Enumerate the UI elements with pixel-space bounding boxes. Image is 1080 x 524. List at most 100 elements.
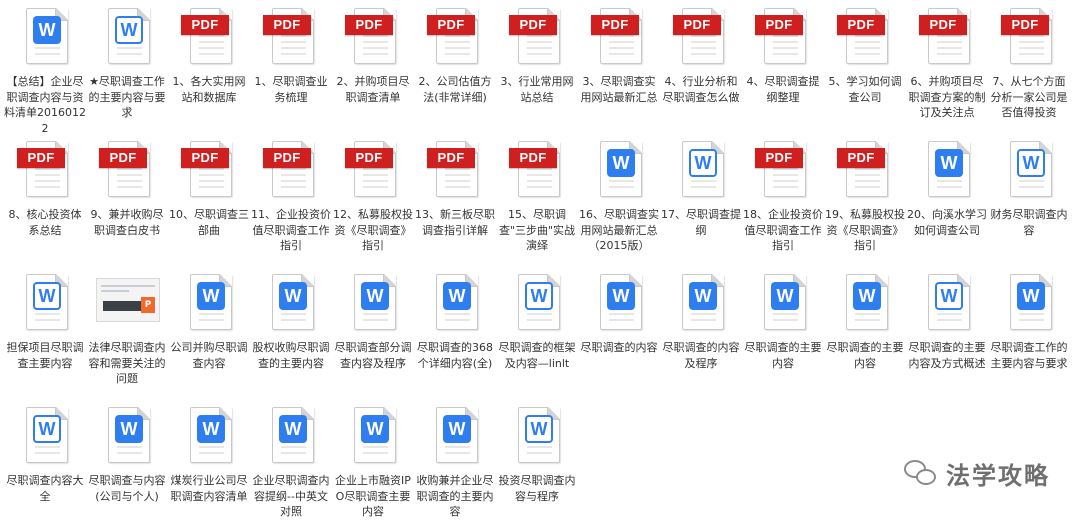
file-item[interactable]: PDF 13、新三板尽职调查指引详解 xyxy=(414,137,496,270)
file-item[interactable]: PDF 3、尽职调查实用网站最新汇总 xyxy=(578,4,660,137)
word-file-icon: W xyxy=(14,272,76,336)
file-item[interactable]: W 尽职调查的内容 xyxy=(578,270,660,403)
file-item[interactable]: W 尽职调查的主要内容 xyxy=(742,270,824,403)
word-badge: W xyxy=(279,282,307,310)
file-label: 投资尽职调查内容与程序 xyxy=(498,474,576,503)
file-label: 尽职调查的内容及程序 xyxy=(662,341,740,370)
file-label: 4、行业分析和尽职调查怎么做 xyxy=(662,75,740,104)
file-label: 【总结】企业尽职调查内容与资料清单20160122 xyxy=(4,75,86,135)
pdf-badge: PDF xyxy=(673,15,721,35)
file-item[interactable]: PDF 7、从七个方面分析一家公司是否值得投资 xyxy=(988,4,1070,137)
word-file-icon: W xyxy=(916,272,978,336)
file-item[interactable]: PDF 8、核心投资体系总结 xyxy=(4,137,86,270)
file-item[interactable]: PDF 4、尽职调查提纲整理 xyxy=(742,4,824,137)
file-item[interactable]: W 16、尽职调查实用网站最新汇总（2015版） xyxy=(578,137,660,270)
file-item[interactable]: W 公司并购尽职调查内容 xyxy=(168,270,250,403)
file-item[interactable]: PDF 4、行业分析和尽职调查怎么做 xyxy=(660,4,742,137)
file-item[interactable]: W 【总结】企业尽职调查内容与资料清单20160122 xyxy=(4,4,86,137)
file-item[interactable]: PDF 1、尽职调查业务梳理 xyxy=(250,4,332,137)
file-label: 2、并购项目尽职调查清单 xyxy=(336,75,410,104)
file-item[interactable]: W 尽职调查的主要内容及方式概述 xyxy=(906,270,988,403)
pdf-file-icon: PDF xyxy=(998,6,1060,70)
word-badge: W xyxy=(33,415,61,443)
pdf-badge: PDF xyxy=(755,148,803,168)
file-item[interactable]: PDF 9、兼并收购尽职调查白皮书 xyxy=(86,137,168,270)
word-badge: W xyxy=(1017,282,1045,310)
file-item[interactable]: W 尽职调查工作的主要内容与要求 xyxy=(988,270,1070,403)
file-item[interactable]: PDF 2、并购项目尽职调查清单 xyxy=(332,4,414,137)
file-item[interactable]: PDF 18、企业投资价值尽职调查工作指引 xyxy=(742,137,824,270)
file-item[interactable]: W 尽职调查的框架及内容—linlt xyxy=(496,270,578,403)
pdf-badge: PDF xyxy=(17,148,65,168)
pdf-file-icon: PDF xyxy=(424,6,486,70)
file-item[interactable]: W 尽职调查的368个详细内容(全) xyxy=(414,270,496,403)
word-file-icon: W xyxy=(342,405,404,469)
file-grid: W 【总结】企业尽职调查内容与资料清单20160122 W ★尽职调查工作的主要内容与… xyxy=(0,4,1080,524)
file-item[interactable]: W 尽职调查与内容(公司与个人) xyxy=(86,403,168,524)
word-badge: W xyxy=(115,16,143,44)
word-badge: W xyxy=(279,415,307,443)
file-item[interactable]: W ★尽职调查工作的主要内容与要求 xyxy=(86,4,168,137)
file-item[interactable]: PDF 11、企业投资价值尽职调查工作指引 xyxy=(250,137,332,270)
image-thumbnail-icon: P xyxy=(96,272,160,336)
file-item[interactable]: W 20、向溪水学习如何调查公司 xyxy=(906,137,988,270)
pdf-file-icon: PDF xyxy=(752,6,814,70)
file-item[interactable]: W 尽职调查的主要内容 xyxy=(824,270,906,403)
file-label: 19、私募股权投资《尽职调查》指引 xyxy=(825,208,905,252)
file-item[interactable]: W 煤炭行业公司尽职调查内容清单 xyxy=(168,403,250,524)
word-file-icon: W xyxy=(752,272,814,336)
file-label: 尽职调查的框架及内容—linlt xyxy=(498,341,576,370)
pdf-badge: PDF xyxy=(263,148,311,168)
word-file-icon: W xyxy=(178,272,240,336)
pdf-badge: PDF xyxy=(345,15,393,35)
file-item[interactable]: PDF 12、私募股权投资《尽职调查》指引 xyxy=(332,137,414,270)
word-file-icon: W xyxy=(260,405,322,469)
file-item[interactable]: PDF 15、尽职调查"三步曲"实战演绎 xyxy=(496,137,578,270)
file-item[interactable]: PDF 5、学习如何调查公司 xyxy=(824,4,906,137)
word-badge: W xyxy=(525,282,553,310)
file-label: 1、各大实用网站和数据库 xyxy=(172,75,246,104)
pdf-file-icon: PDF xyxy=(260,6,322,70)
word-file-icon: W xyxy=(916,139,978,203)
file-item[interactable]: W 17、尽职调查提纲 xyxy=(660,137,742,270)
file-item[interactable]: PDF 2、公司估值方法(非常详细) xyxy=(414,4,496,137)
word-badge: W xyxy=(607,282,635,310)
pdf-file-icon: PDF xyxy=(834,139,896,203)
file-label: 财务尽职调查内容 xyxy=(990,208,1068,237)
file-item[interactable]: PDF 1、各大实用网站和数据库 xyxy=(168,4,250,137)
file-item[interactable]: W 企业上市融资IPO尽职调查主要内容 xyxy=(332,403,414,524)
word-badge: W xyxy=(689,282,717,310)
file-label: 3、尽职调查实用网站最新汇总 xyxy=(580,75,658,104)
word-file-icon: W xyxy=(96,405,158,469)
file-item[interactable]: W 尽职调查内容大全 xyxy=(4,403,86,524)
file-item[interactable]: P 法律尽职调查内容和需要关注的问题 xyxy=(86,270,168,403)
word-file-icon: W xyxy=(260,272,322,336)
file-item[interactable]: W 投资尽职调查内容与程序 xyxy=(496,403,578,524)
file-item[interactable]: W 尽职调查的内容及程序 xyxy=(660,270,742,403)
file-item[interactable]: W 担保项目尽职调查主要内容 xyxy=(4,270,86,403)
file-item[interactable]: W 收购兼并企业尽职调查的主要内容 xyxy=(414,403,496,524)
file-item[interactable]: PDF 6、并购项目尽职调查方案的制订及关注点 xyxy=(906,4,988,137)
file-item[interactable]: W 股权收购尽职调查的主要内容 xyxy=(250,270,332,403)
word-file-icon: W xyxy=(670,139,732,203)
pdf-file-icon: PDF xyxy=(424,139,486,203)
file-item[interactable]: PDF 3、行业常用网站总结 xyxy=(496,4,578,137)
pdf-file-icon: PDF xyxy=(834,6,896,70)
word-file-icon: W xyxy=(670,272,732,336)
word-file-icon: W xyxy=(506,272,568,336)
word-file-icon: W xyxy=(14,405,76,469)
file-label: 尽职调查内容大全 xyxy=(6,474,84,503)
file-item[interactable]: W 财务尽职调查内容 xyxy=(988,137,1070,270)
pdf-file-icon: PDF xyxy=(588,6,650,70)
file-label: 12、私募股权投资《尽职调查》指引 xyxy=(333,208,413,252)
pdf-file-icon: PDF xyxy=(96,139,158,203)
file-item[interactable]: W 企业尽职调查内容提纲--中英文对照 xyxy=(250,403,332,524)
file-label: 6、并购项目尽职调查方案的制订及关注点 xyxy=(908,75,986,119)
pdf-badge: PDF xyxy=(345,148,393,168)
file-item[interactable]: PDF 10、尽职调查三部曲 xyxy=(168,137,250,270)
file-label: 法律尽职调查内容和需要关注的问题 xyxy=(88,341,166,385)
file-label: 2、公司估值方法(非常详细) xyxy=(418,75,492,104)
file-item[interactable]: PDF 19、私募股权投资《尽职调查》指引 xyxy=(824,137,906,270)
file-item[interactable]: W 尽职调查部分调查内容及程序 xyxy=(332,270,414,403)
pdf-file-icon: PDF xyxy=(506,139,568,203)
